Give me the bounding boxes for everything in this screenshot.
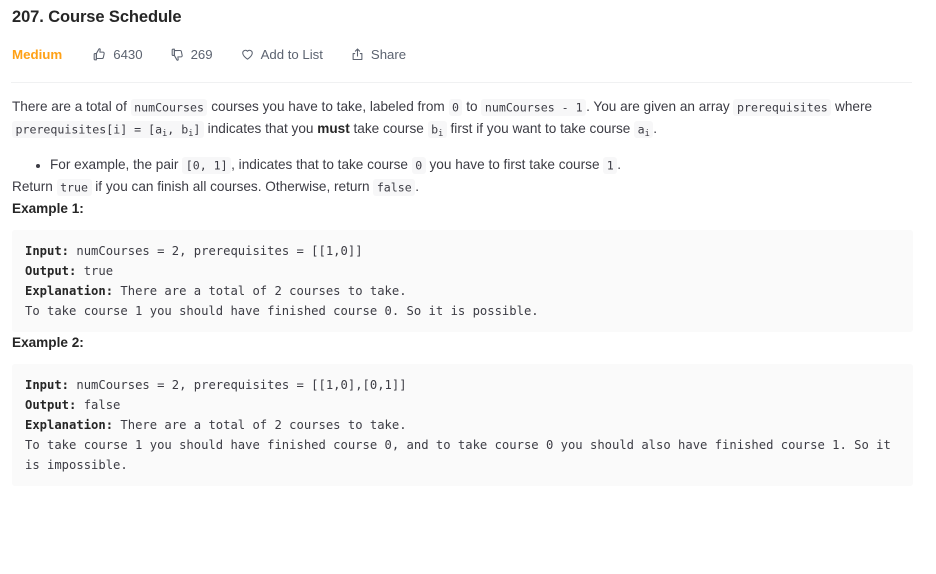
like-button[interactable]: 6430 <box>92 46 143 62</box>
code-ai: ai <box>634 120 654 139</box>
output-label: Output: <box>25 264 77 278</box>
description-paragraph-1: There are a total of numCourses courses … <box>12 96 924 142</box>
code-pair-example: [0, 1] <box>182 156 232 174</box>
input-value: numCourses = 2, prerequisites = [[1,0]] <box>69 244 363 258</box>
desc-text: you have to first take course <box>425 157 604 172</box>
desc-text: courses you have to take, labeled from <box>207 99 449 114</box>
share-button[interactable]: Share <box>350 47 406 62</box>
code-part: , b <box>167 122 189 136</box>
thumbs-down-icon <box>170 47 185 62</box>
description-bullet-list: For example, the pair [0, 1], indicates … <box>12 154 924 176</box>
subscript-i: i <box>188 128 194 139</box>
desc-text: There are a total of <box>12 99 131 114</box>
desc-text: where <box>831 99 873 114</box>
share-icon <box>350 47 365 62</box>
output-label: Output: <box>25 398 77 412</box>
dislike-count: 269 <box>190 46 213 62</box>
desc-text: For example, the pair <box>50 157 183 172</box>
subscript-i: i <box>162 128 168 139</box>
desc-text: take course <box>349 121 428 136</box>
explanation-label: Explanation: <box>25 418 114 432</box>
explanation-value: There are a total of 2 courses to take. … <box>25 418 891 472</box>
example-1-block: Input: numCourses = 2, prerequisites = [… <box>12 230 913 332</box>
code-false: false <box>373 178 416 196</box>
code-true: true <box>56 178 92 196</box>
example-1-heading: Example 1: <box>12 201 84 216</box>
add-to-list-label: Add to List <box>260 46 323 62</box>
subscript-i: i <box>438 128 444 139</box>
code-part: ] <box>193 122 201 136</box>
description-paragraph-2: Return true if you can finish all course… <box>12 176 924 198</box>
output-value: false <box>76 398 121 412</box>
input-label: Input: <box>25 378 70 392</box>
subscript-i: i <box>644 128 650 139</box>
example-2-heading: Example 2: <box>12 335 84 350</box>
input-value: numCourses = 2, prerequisites = [[1,0],[… <box>69 378 407 392</box>
code-part: a <box>637 122 645 136</box>
desc-text: . You are given an array <box>586 99 734 114</box>
problem-description-panel: 207. Course Schedule Medium 6430 269 Add… <box>0 0 936 574</box>
page-title: 207. Course Schedule <box>12 8 182 26</box>
code-part: prerequisites[i] = [a <box>15 122 163 136</box>
desc-text: indicates that you <box>203 121 318 136</box>
share-label: Share <box>370 46 407 62</box>
desc-text: to <box>462 99 482 114</box>
code-numcourses-minus-one: numCourses - 1 <box>481 98 587 116</box>
add-to-list-button[interactable]: Add to List <box>240 47 323 62</box>
code-part: b <box>431 122 439 136</box>
desc-text: . <box>415 179 419 194</box>
code-prerequisites-pair: prerequisites[i] = [ai, bi] <box>12 120 204 139</box>
difficulty-badge: Medium <box>12 46 63 62</box>
heart-icon <box>240 47 255 62</box>
dislike-button[interactable]: 269 <box>170 47 213 62</box>
like-count: 6430 <box>113 46 143 62</box>
problem-meta-toolbar: Medium 6430 269 Add to List Share <box>12 39 924 69</box>
input-label: Input: <box>25 244 70 258</box>
thumbs-up-icon <box>92 47 107 62</box>
must-emphasis: must <box>317 121 350 136</box>
list-item: For example, the pair [0, 1], indicates … <box>50 154 924 176</box>
desc-text: , indicates that to take course <box>231 157 412 172</box>
example-2-block: Input: numCourses = 2, prerequisites = [… <box>12 364 913 486</box>
desc-text: . <box>617 157 622 172</box>
desc-text: first if you want to take course <box>446 121 635 136</box>
code-course-zero: 0 <box>411 156 426 174</box>
explanation-label: Explanation: <box>25 284 114 298</box>
desc-text: . <box>653 121 658 136</box>
code-bi: bi <box>427 120 447 139</box>
code-numcourses: numCourses <box>130 98 208 116</box>
output-value: true <box>76 264 114 278</box>
code-prerequisites: prerequisites <box>733 98 832 116</box>
desc-text: Return <box>12 179 57 194</box>
problem-content: There are a total of numCourses courses … <box>12 83 924 486</box>
code-course-one: 1 <box>603 156 618 174</box>
code-zero: 0 <box>448 98 463 116</box>
desc-text: if you can finish all courses. Otherwise… <box>91 179 374 194</box>
